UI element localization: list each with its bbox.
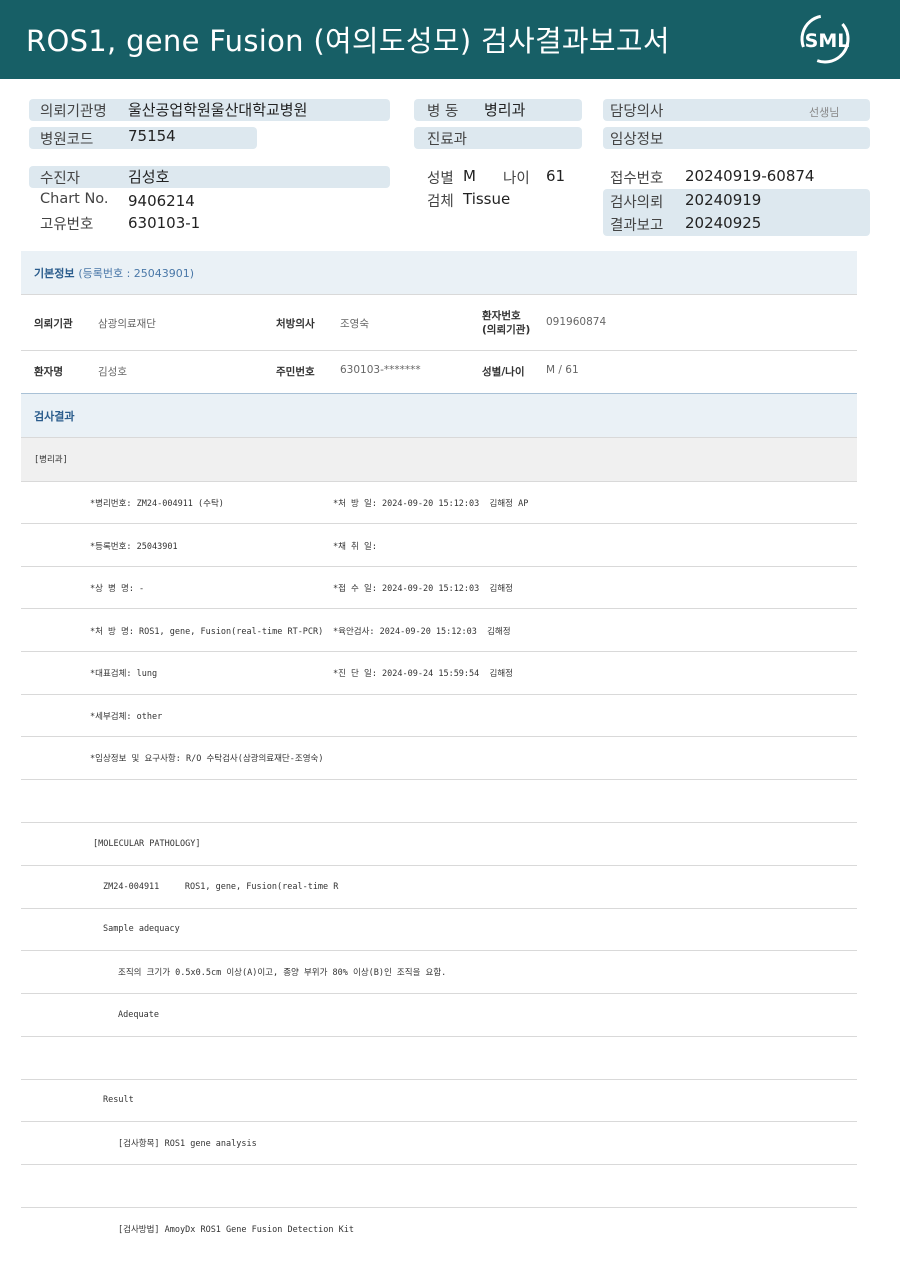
receipt-no-value: 20240919-60874 <box>685 167 815 185</box>
result-line-left: *세부검체: other <box>90 712 163 722</box>
sex-age-value: M / 61 <box>546 364 579 376</box>
divider <box>21 950 857 951</box>
report-header: ROS1, gene Fusion (여의도성모) 검사결과보고서 SML <box>0 0 900 79</box>
divider <box>21 294 857 295</box>
divider <box>21 1036 857 1037</box>
chart-no-label: Chart No. <box>40 191 109 207</box>
result-line-right: *진 단 일: 2024-09-24 15:59:54 김해정 <box>333 669 513 679</box>
result-label: Result <box>103 1095 134 1105</box>
result-report-label: 결과보고 <box>610 218 664 234</box>
ward-value: 병리과 <box>484 101 526 119</box>
age-value: 61 <box>546 167 566 185</box>
specimen-label: 검체 <box>427 194 454 210</box>
divider <box>21 566 857 567</box>
specimen-value: Tissue <box>463 190 511 208</box>
patient-name-label: 환자명 <box>34 366 63 378</box>
divider <box>21 481 857 482</box>
resident-no-label: 주민번호 <box>276 366 315 378</box>
unique-no-label: 고유번호 <box>40 217 94 233</box>
test-request-value: 20240919 <box>685 191 762 209</box>
divider <box>21 651 857 652</box>
test-method: [검사방법] AmoyDx ROS1 Gene Fusion Detection… <box>118 1225 354 1235</box>
divider <box>21 822 857 823</box>
divider <box>21 694 857 695</box>
result-line-left: *병리번호: ZM24-004911 (수탁) <box>90 499 224 509</box>
molecular-header: [MOLECULAR PATHOLOGY] <box>93 839 201 849</box>
sex-label: 성별 <box>427 171 454 187</box>
chart-no-value: 9406214 <box>128 192 195 210</box>
hospital-code-label: 병원코드 <box>40 132 94 148</box>
unique-no-value: 630103-1 <box>128 214 201 232</box>
receipt-no-label: 접수번호 <box>610 171 664 187</box>
report-title: ROS1, gene Fusion (여의도성모) 검사결과보고서 <box>26 24 670 58</box>
adequacy-text: 조직의 크기가 0.5x0.5cm 이상(A)이고, 종양 부위가 80% 이상… <box>118 968 447 978</box>
patient-no-value: 091960874 <box>546 316 607 328</box>
doctor-label: 담당의사 <box>610 104 664 120</box>
age-label: 나이 <box>503 171 530 187</box>
divider <box>21 1079 857 1080</box>
result-line-left: *임상정보 및 요구사항: R/O 수탁검사(삼광의료재단-조영숙) <box>90 754 324 764</box>
hospital-code-value: 75154 <box>128 127 176 145</box>
divider <box>21 993 857 994</box>
divider <box>21 908 857 909</box>
patient-name-value: 김성호 <box>98 366 127 378</box>
result-line-right: *접 수 일: 2024-09-20 15:12:03 김해정 <box>333 584 513 594</box>
department-row <box>21 438 857 481</box>
divider <box>21 350 857 351</box>
divider <box>21 865 857 866</box>
divider <box>21 608 857 609</box>
divider <box>21 1164 857 1165</box>
ward-label: 병 동 <box>427 104 459 120</box>
patient-no-label: 환자번호 <box>482 310 521 322</box>
result-line-left: *대표검체: lung <box>90 669 158 679</box>
sample-adequacy: Sample adequacy <box>103 924 180 934</box>
patient-box <box>29 166 390 188</box>
result-report-value: 20240925 <box>685 214 762 232</box>
department-tag: [병리과] <box>34 455 68 465</box>
result-line-right: *육안검사: 2024-09-20 15:12:03 김해정 <box>333 627 511 637</box>
test-request-label: 검사의뢰 <box>610 195 664 211</box>
patient-value: 김성호 <box>128 168 170 186</box>
department-label: 진료과 <box>427 132 468 148</box>
sex-age-label: 성별/나이 <box>482 366 525 378</box>
patient-no-sublabel: (의뢰기관) <box>482 324 531 336</box>
prescriber-label: 처방의사 <box>276 318 315 330</box>
prescriber-value: 조영숙 <box>340 318 369 330</box>
case-line: ZM24-004911 ROS1, gene, Fusion(real-time… <box>103 882 339 892</box>
results-title: 검사결과 <box>34 410 75 423</box>
divider <box>21 736 857 737</box>
basic-info-title: 기본정보 (등록번호 : 25043901) <box>34 267 195 280</box>
result-line-left: *처 방 명: ROS1, gene, Fusion(real-time RT-… <box>90 627 324 637</box>
sex-value: M <box>463 167 476 185</box>
institution-value: 울산공업학원울산대학교병원 <box>128 101 308 119</box>
resident-no-value: 630103-******* <box>340 364 421 376</box>
institution-label: 의뢰기관 <box>34 318 73 330</box>
institution-value: 삼광의료재단 <box>98 318 156 330</box>
result-line-right: *채 취 일: <box>333 542 377 552</box>
test-item: [검사항목] ROS1 gene analysis <box>118 1139 257 1149</box>
result-line-left: *상 병 명: - <box>90 584 145 594</box>
result-line-left: *등록번호: 25043901 <box>90 542 178 552</box>
result-line-right: *처 방 일: 2024-09-20 15:12:03 김해정 AP <box>333 499 529 509</box>
clinical-info-label: 임상정보 <box>610 132 664 148</box>
divider <box>21 779 857 780</box>
svg-text:SML: SML <box>805 30 850 52</box>
divider <box>21 1121 857 1122</box>
divider <box>21 523 857 524</box>
sml-logo: SML <box>800 14 850 64</box>
adequate-value: Adequate <box>118 1010 159 1020</box>
divider <box>21 1207 857 1208</box>
doctor-suffix: 선생님 <box>809 106 840 119</box>
patient-label: 수진자 <box>40 171 81 187</box>
results-bar <box>21 394 857 437</box>
institution-label: 의뢰기관명 <box>40 104 107 120</box>
